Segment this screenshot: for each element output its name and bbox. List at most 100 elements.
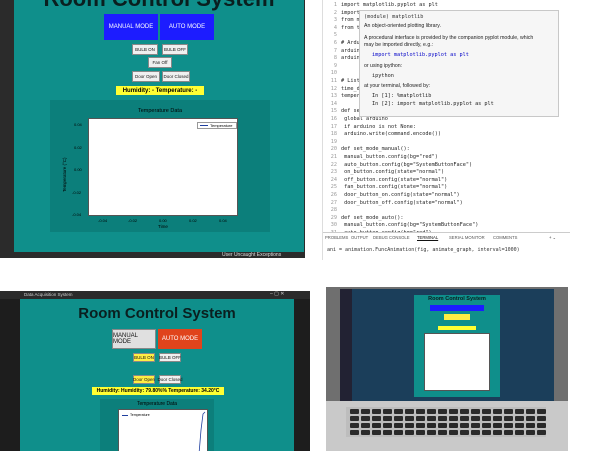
keyboard-key <box>482 416 491 421</box>
window-controls-icon[interactable]: – ▢ ✕ <box>270 291 284 297</box>
code-line[interactable]: 1 import matplotlib.pyplot as plt <box>323 2 438 10</box>
keyboard-key <box>361 423 370 428</box>
code-text: import <box>341 9 360 16</box>
code-line[interactable]: 6 # Ardui <box>323 40 363 48</box>
auto-mode-button[interactable]: AUTO MODE <box>160 14 214 40</box>
code-line[interactable]: 18 arduino.write(command.encode()) <box>323 131 441 139</box>
tooltip-code: import matplotlib.pyplot as plt <box>372 52 469 58</box>
code-line[interactable]: 4 from tk <box>323 25 363 33</box>
code-line[interactable]: 5 <box>323 32 341 40</box>
keyboard-key <box>449 423 458 428</box>
code-line[interactable]: 29 def set_mode_auto(): <box>323 214 404 223</box>
door-open-button[interactable]: Door Open <box>132 71 160 82</box>
manual-mode-button[interactable]: MANUAL MODE <box>112 329 156 349</box>
line-number: 22 <box>330 161 337 168</box>
line-number: 19 <box>330 138 337 145</box>
window-title: Data Acquisition System <box>24 292 73 297</box>
laptop-photo: Room Control System <box>326 287 568 451</box>
fan-off-button[interactable]: Fan Off <box>148 57 172 68</box>
app-background: Room Control System MANUAL MODE AUTO MOD… <box>20 299 294 451</box>
app-window-top-left: Room Control System MANUAL MODE AUTO MOD… <box>0 0 305 258</box>
code-line[interactable]: 23 on_button.config(state="normal") <box>323 169 444 177</box>
add-terminal-icon[interactable]: + ⌄ <box>549 235 556 240</box>
code-line[interactable]: 25 fan_button.config(state="normal") <box>323 184 447 192</box>
code-line[interactable]: 24 off_button.config(state="normal") <box>323 177 447 185</box>
keyboard-key <box>416 409 425 414</box>
keyboard-key <box>405 416 414 421</box>
code-line[interactable]: 15 def ser <box>323 108 363 116</box>
keyboard-key <box>350 430 359 435</box>
line-number: 27 <box>330 199 337 206</box>
bulb-off-button[interactable]: BULB OFF <box>162 44 188 55</box>
code-line[interactable]: 21 manual_button.config(bg="red") <box>323 154 438 162</box>
tab-serial-monitor[interactable]: SERIAL MONITOR <box>449 235 485 240</box>
door-closed-button[interactable]: Door Closed <box>162 71 190 82</box>
line-number: 25 <box>330 184 337 191</box>
line-number: 1 <box>333 2 337 8</box>
code-line[interactable]: 20 def set_mode_manual(): <box>323 146 410 154</box>
keyboard-key <box>537 423 546 428</box>
x-axis-label: Time <box>158 224 168 229</box>
code-line[interactable]: 22 auto_button.config(bg="SystemButtonFa… <box>323 162 472 170</box>
legend-label: Temperature <box>210 123 233 128</box>
line-number: 23 <box>330 169 337 176</box>
keyboard-key <box>394 423 403 428</box>
bulb-on-button[interactable]: BULB ON <box>132 44 158 55</box>
manual-mode-button[interactable]: MANUAL MODE <box>104 14 158 40</box>
keyboard-key <box>427 416 436 421</box>
keyboard-key <box>350 423 359 428</box>
line-number: 10 <box>330 70 337 77</box>
line-number: 16 <box>330 116 337 122</box>
chart-panel: Temperature Data Temperature 0.04 0.02 0… <box>50 100 270 232</box>
code-line[interactable]: 16 global arduino <box>323 116 388 124</box>
keyboard-key <box>526 416 535 421</box>
code-line[interactable]: 14 <box>323 101 341 109</box>
code-line[interactable]: 12 time_da <box>323 86 363 94</box>
x-tick: 0.02 <box>189 218 197 223</box>
code-line[interactable]: 3 from ma <box>323 17 363 25</box>
code-line[interactable]: 8 arduino <box>323 55 363 63</box>
keyboard-key <box>416 430 425 435</box>
tab-terminal[interactable]: TERMINAL <box>417 235 438 240</box>
tooltip-code: In [1]: %matplotlib <box>372 93 432 99</box>
door-open-button[interactable]: Door Open <box>133 375 155 384</box>
keyboard-key <box>482 409 491 414</box>
code-line[interactable]: 27 door_button_off.config(state="normal"… <box>323 200 463 208</box>
code-line[interactable]: 9 <box>323 63 341 71</box>
bulb-on-button[interactable]: BULB ON <box>133 353 155 362</box>
code-line[interactable]: 2 import <box>323 10 360 18</box>
code-line[interactable]: 10 <box>323 70 341 78</box>
bulb-off-button[interactable]: BULB OFF <box>159 353 181 362</box>
code-text: manual_button.config(bg="SystemButtonFac… <box>341 222 479 229</box>
chart-title: Temperature Data <box>137 108 183 114</box>
code-line[interactable]: 19 <box>323 139 341 147</box>
auto-mode-button[interactable]: AUTO MODE <box>158 329 202 349</box>
code-line[interactable]: 17 if arduino is not None: <box>323 124 416 132</box>
code-text: door_button_off.config(state="normal") <box>341 199 463 206</box>
code-text: auto_button.config(bg="SystemButtonFace"… <box>341 161 473 168</box>
keyboard-key <box>394 430 403 435</box>
tab-comments[interactable]: COMMENTS <box>493 235 517 240</box>
tab-problems[interactable]: PROBLEMS <box>325 235 348 240</box>
keyboard-key <box>394 409 403 414</box>
keyboard-key <box>427 409 436 414</box>
keyboard-key <box>526 423 535 428</box>
code-line[interactable]: 30 manual_button.config(bg="SystemButton… <box>323 222 479 230</box>
code-line[interactable]: 7 arduino <box>323 48 363 56</box>
line-number: 29 <box>330 214 337 221</box>
line-number: 28 <box>330 207 337 214</box>
code-line[interactable]: 11 # Lists <box>323 78 363 86</box>
code-line[interactable]: 13 tempera <box>323 93 363 101</box>
code-text: def set_mode_manual(): <box>341 146 410 153</box>
keyboard-key <box>427 423 436 428</box>
y-tick: -0.04 <box>72 212 82 217</box>
tab-output[interactable]: OUTPUT <box>351 235 368 240</box>
tab-debug-console[interactable]: DEBUG CONSOLE <box>373 235 410 240</box>
code-line[interactable]: 26 door_button_on.config(state="normal") <box>323 192 460 200</box>
keyboard-key <box>482 430 491 435</box>
code-line[interactable]: 28 <box>323 207 341 215</box>
door-closed-button[interactable]: Door Closed <box>158 375 183 384</box>
keyboard-key <box>460 416 469 421</box>
code-text: door_button_on.config(state="normal") <box>341 192 460 198</box>
keyboard-key <box>449 430 458 435</box>
